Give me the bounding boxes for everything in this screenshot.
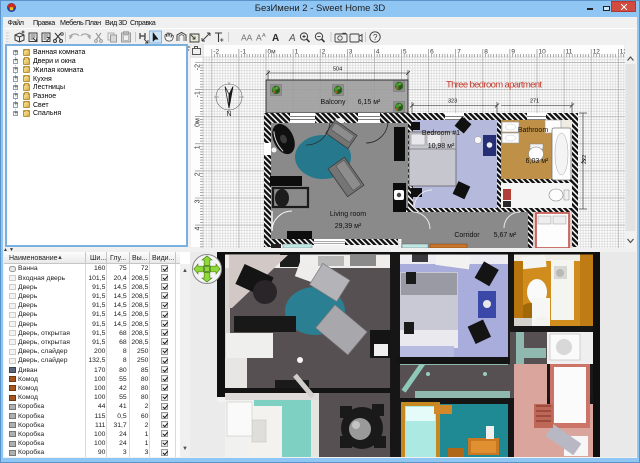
svg-text:12: 12 (593, 49, 601, 56)
svg-text:Balcony: Balcony (321, 99, 346, 106)
svg-text:2: 2 (322, 49, 326, 56)
svg-text:323: 323 (448, 99, 457, 105)
svg-text:4: 4 (376, 49, 380, 56)
svg-text:1: 1 (295, 49, 299, 56)
svg-text:11: 11 (566, 49, 573, 56)
svg-text:6,15 м²: 6,15 м² (358, 99, 381, 106)
svg-text:5,67 м²: 5,67 м² (494, 232, 517, 239)
svg-text:Corridor: Corridor (454, 232, 480, 239)
svg-text:-2: -2 (195, 64, 202, 70)
svg-text:10,98 м²: 10,98 м² (428, 143, 455, 150)
svg-text:-1: -1 (240, 49, 246, 56)
svg-text:0м: 0м (268, 49, 277, 56)
svg-text:N: N (227, 111, 232, 118)
svg-text:6: 6 (430, 49, 434, 56)
svg-text:?: ? (373, 33, 378, 42)
svg-text:504: 504 (333, 67, 342, 73)
svg-text:5: 5 (403, 49, 407, 56)
svg-text:10: 10 (539, 49, 547, 56)
svg-text:A: A (272, 33, 279, 44)
svg-text:2: 2 (195, 172, 202, 176)
svg-text:8: 8 (484, 49, 488, 56)
svg-text:-2: -2 (213, 49, 219, 56)
svg-text:271: 271 (530, 99, 539, 105)
svg-text:Bathroom: Bathroom (518, 127, 549, 134)
svg-text:6,03 м²: 6,03 м² (526, 158, 549, 165)
svg-text:1: 1 (195, 145, 202, 149)
svg-text:Three bedroom apartment: Three bedroom apartment (446, 80, 542, 91)
svg-text:0м: 0м (195, 118, 202, 127)
svg-text:Living room: Living room (330, 211, 366, 218)
svg-text:4: 4 (195, 227, 202, 231)
svg-text:Bedroom #1: Bedroom #1 (422, 130, 460, 137)
svg-text:-1: -1 (195, 91, 202, 97)
svg-text:9: 9 (511, 49, 515, 56)
svg-text:A: A (262, 33, 266, 39)
svg-text:222: 222 (582, 155, 588, 164)
svg-text:29,39 м²: 29,39 м² (335, 223, 362, 230)
svg-text:7: 7 (457, 49, 461, 56)
svg-text:3: 3 (349, 49, 353, 56)
svg-text:3: 3 (195, 199, 202, 203)
svg-text:AA: AA (241, 33, 253, 43)
svg-text:A: A (288, 33, 296, 44)
